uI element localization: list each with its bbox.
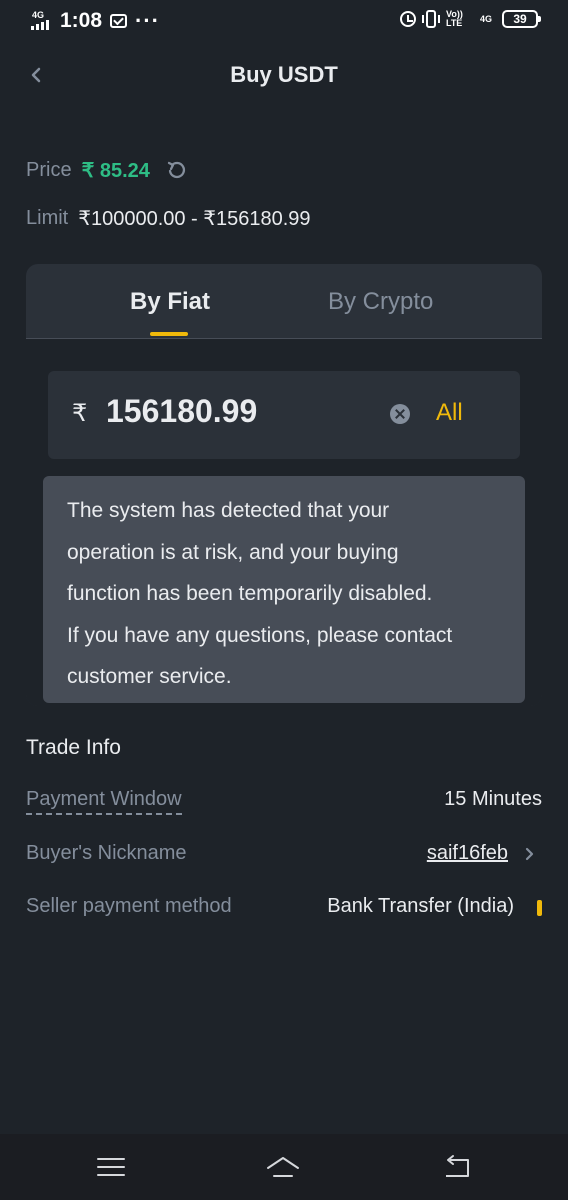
more-notifications-icon: ···	[135, 8, 161, 33]
amount-field[interactable]: ₹ 156180.99 All	[48, 371, 520, 459]
all-button[interactable]: All	[436, 399, 463, 427]
warning-line: operation is at risk, and your buying	[67, 540, 399, 564]
vibrate-icon	[421, 10, 440, 28]
back-arrow-icon[interactable]	[440, 1150, 474, 1184]
payment-window-row: Payment Window 15 Minutes	[26, 788, 542, 818]
seller-payment-row: Seller payment method Bank Transfer (Ind…	[26, 895, 542, 925]
card-body: ₹ 156180.99 All The system has detected …	[26, 339, 542, 706]
payment-window-value: 15 Minutes	[444, 788, 542, 810]
clock-time: 1:08	[60, 9, 103, 32]
tab-by-fiat[interactable]: By Fiat	[130, 288, 210, 316]
seller-payment-value: Bank Transfer (India)	[327, 895, 514, 917]
buyer-nickname-label: Buyer's Nickname	[26, 842, 187, 864]
price-row: Price ₹ 85.24	[26, 158, 188, 183]
amount-input[interactable]: 156180.99	[106, 393, 257, 430]
buyer-nickname-row: Buyer's Nickname saif16feb	[26, 842, 542, 872]
chevron-right-icon[interactable]	[522, 844, 538, 864]
signal-icon: 4G	[30, 10, 52, 32]
warning-line: customer service.	[67, 665, 232, 688]
refresh-icon[interactable]	[166, 160, 188, 182]
clear-circle-icon[interactable]	[390, 404, 410, 424]
network-type: 4G	[32, 10, 45, 20]
alarm-icon	[399, 11, 416, 27]
price-label: Price	[26, 159, 72, 181]
message-icon	[110, 14, 128, 28]
risk-warning-message: The system has detected that your operat…	[43, 476, 525, 703]
price-value: ₹ 85.24	[81, 160, 150, 182]
trade-info-title: Trade Info	[26, 736, 121, 759]
home-icon[interactable]	[266, 1150, 300, 1184]
seller-payment-label: Seller payment method	[26, 895, 232, 917]
status-right: Vo)) LTE 4G 39	[399, 9, 541, 28]
tab-bar: By Fiat By Crypto	[26, 264, 542, 339]
buyer-nickname-link[interactable]: saif16feb	[427, 842, 508, 865]
payment-window-label[interactable]: Payment Window	[26, 788, 182, 815]
volte-indicator: Vo)) LTE	[445, 9, 463, 28]
warning-line: function has been temporarily disabled.	[67, 582, 433, 605]
buy-card: By Fiat By Crypto ₹ 156180.99 All The sy…	[26, 264, 542, 706]
network-4g-indicator: 4G	[479, 13, 492, 24]
limit-label: Limit	[26, 207, 69, 229]
limit-row: Limit ₹100000.00 - ₹156180.99	[26, 206, 311, 231]
system-nav-bar	[0, 1134, 568, 1200]
limit-value: ₹100000.00 - ₹156180.99	[78, 208, 311, 230]
page-title: Buy USDT	[230, 62, 338, 87]
currency-symbol: ₹	[72, 400, 88, 427]
warning-line: The system has detected that your	[67, 499, 390, 522]
menu-icon[interactable]	[94, 1150, 128, 1184]
warning-line: If you have any questions, please contac…	[67, 623, 453, 647]
status-left: 4G 1:08 ···	[30, 9, 160, 33]
tab-by-crypto[interactable]: By Crypto	[328, 288, 433, 316]
payment-method-color-bar	[537, 900, 542, 916]
active-tab-indicator	[150, 332, 188, 336]
battery-icon: 39	[502, 10, 541, 28]
status-bar: 4G 1:08 ··· Vo)) LTE 4G 39	[0, 0, 568, 44]
